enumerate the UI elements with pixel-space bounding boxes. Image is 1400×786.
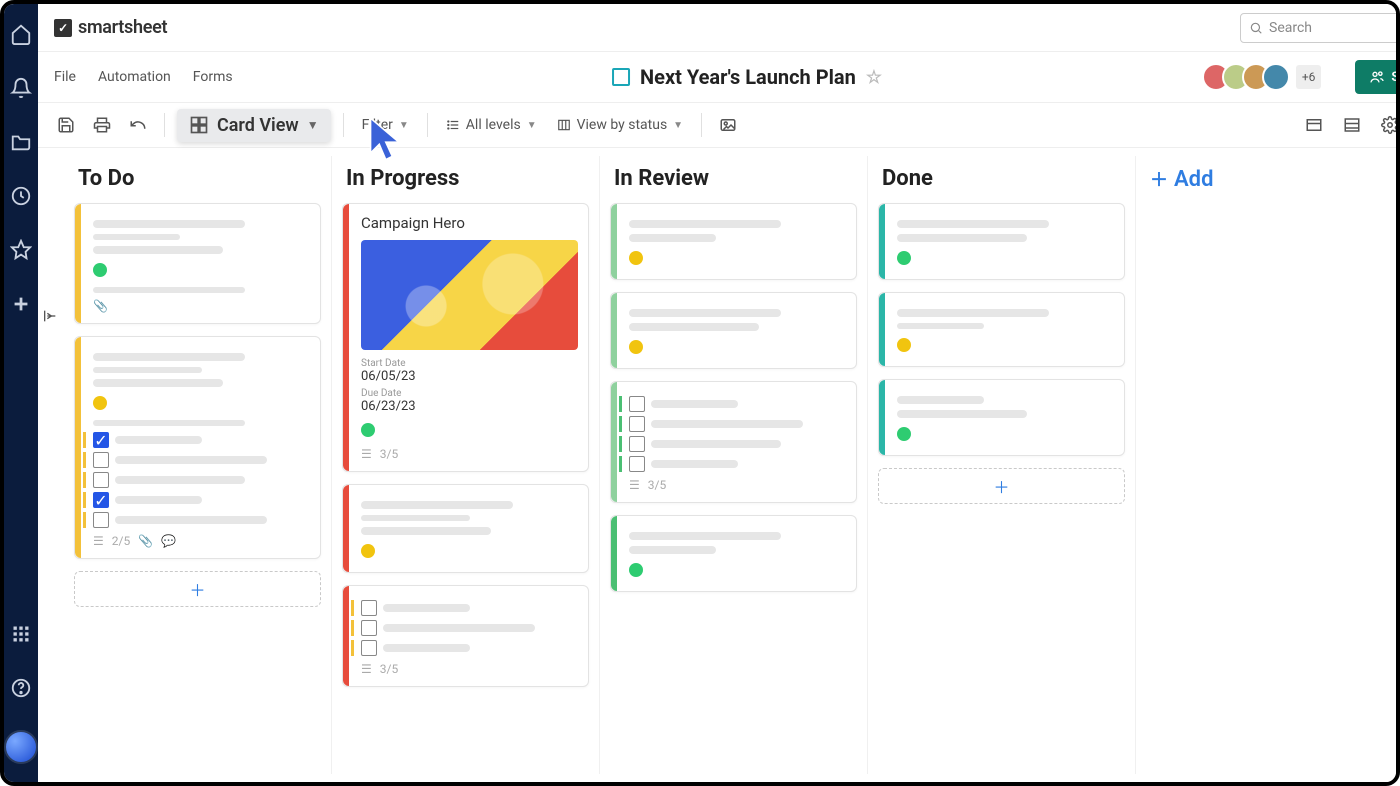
share-button[interactable]: Share [1355, 60, 1400, 94]
add-card-button[interactable]: ＋ [74, 571, 321, 607]
levels-button[interactable]: All levels▼ [440, 113, 543, 137]
card[interactable]: ☰3/5 [610, 381, 857, 503]
sheet-icon [612, 68, 630, 86]
view-switcher[interactable]: Card View ▼ [177, 109, 331, 142]
checklist-icon: ☰ [93, 534, 104, 548]
search-icon [1249, 21, 1263, 35]
lane-in-review: In Review ☰3/5 [600, 156, 868, 774]
card[interactable] [342, 484, 589, 573]
menu-file[interactable]: File [54, 69, 76, 85]
lane-todo: To Do 📎 ✓ ✓ [64, 156, 332, 774]
people-icon [1369, 69, 1385, 85]
fields-icon[interactable] [1338, 111, 1366, 139]
brand-name: smartsheet [78, 17, 167, 38]
attachment-icon: 📎 [93, 299, 108, 313]
card-thumbnail [361, 240, 578, 350]
card-view-icon [189, 115, 209, 135]
card[interactable] [878, 203, 1125, 280]
star-icon[interactable] [9, 238, 33, 262]
menu-forms[interactable]: Forms [193, 69, 233, 85]
global-nav-rail [4, 4, 38, 782]
menu-automation[interactable]: Automation [98, 69, 171, 85]
card[interactable] [610, 515, 857, 592]
card[interactable] [878, 379, 1125, 456]
expand-handle-icon[interactable] [38, 148, 62, 782]
lane-title: Done [878, 156, 1125, 203]
lane-done: Done ＋ [868, 156, 1136, 774]
print-icon[interactable] [88, 111, 116, 139]
card[interactable] [878, 292, 1125, 367]
apps-grid-icon[interactable] [9, 622, 33, 646]
add-card-button[interactable]: ＋ [878, 468, 1125, 504]
add-lane-button[interactable]: ＋Add [1146, 156, 1394, 202]
card[interactable] [610, 292, 857, 369]
image-icon[interactable] [714, 111, 742, 139]
save-icon[interactable] [52, 111, 80, 139]
brand-logo[interactable]: ✓ smartsheet [54, 17, 167, 38]
card[interactable]: ☰3/5 [342, 585, 589, 687]
columns-icon [557, 118, 571, 132]
card-layout-icon[interactable] [1300, 111, 1328, 139]
help-icon[interactable] [9, 676, 33, 700]
lane-title: In Review [610, 156, 857, 203]
gear-icon[interactable] [1376, 111, 1400, 139]
home-icon[interactable] [9, 22, 33, 46]
view-by-button[interactable]: View by status▼ [551, 113, 689, 137]
document-title: Next Year's Launch Plan ☆ [612, 65, 882, 89]
lane-title: To Do [74, 156, 321, 203]
folder-icon[interactable] [9, 130, 33, 154]
lane-in-progress: In Progress Campaign Hero Start Date 06/… [332, 156, 600, 774]
plus-icon[interactable] [9, 292, 33, 316]
card[interactable] [610, 203, 857, 280]
collaborator-avatars[interactable]: +6 [1210, 63, 1322, 91]
list-icon [446, 118, 460, 132]
chevron-down-icon: ▼ [307, 118, 319, 132]
lane-add: ＋Add [1136, 156, 1400, 774]
comment-icon: 💬 [161, 534, 176, 548]
undo-icon[interactable] [124, 111, 152, 139]
user-avatar[interactable] [4, 730, 38, 764]
clock-icon[interactable] [9, 184, 33, 208]
search-input[interactable]: Search [1240, 13, 1400, 43]
card[interactable]: 📎 [74, 203, 321, 324]
bell-icon[interactable] [9, 76, 33, 100]
cursor-pointer-icon [366, 116, 410, 164]
card-campaign-hero[interactable]: Campaign Hero Start Date 06/05/23 Due Da… [342, 203, 589, 472]
favorite-star-icon[interactable]: ☆ [866, 67, 882, 88]
card[interactable]: ✓ ✓ ☰2/5📎💬 [74, 336, 321, 559]
avatars-overflow[interactable]: +6 [1296, 65, 1322, 89]
